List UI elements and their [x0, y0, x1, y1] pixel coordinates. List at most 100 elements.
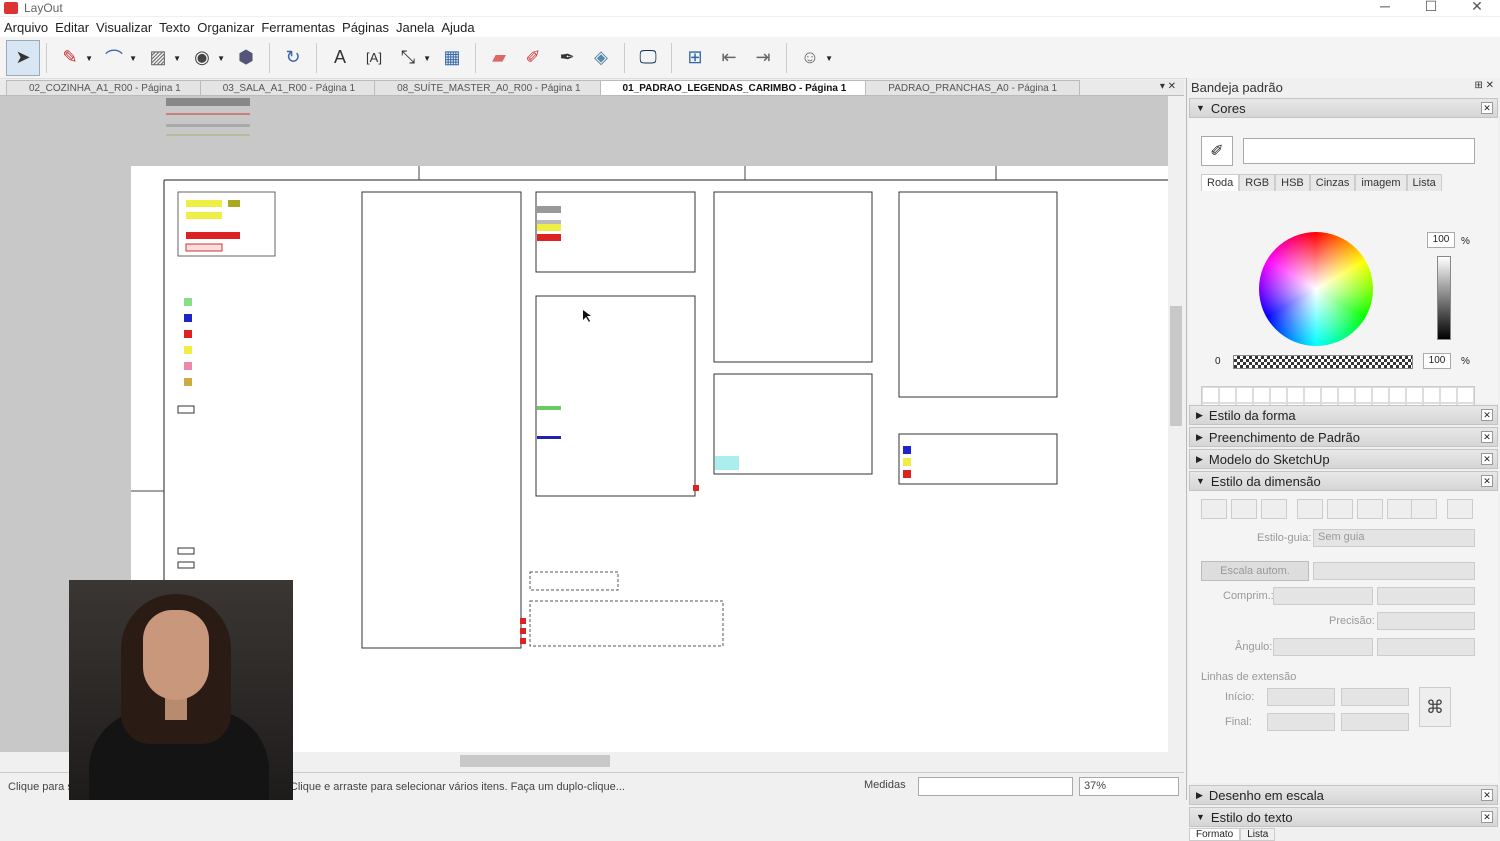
rectangle-tool-icon[interactable]: ▨ ▼	[141, 40, 181, 76]
close-icon[interactable]: ✕	[1481, 475, 1493, 487]
maximize-icon[interactable]: ☐	[1408, 0, 1454, 15]
guide-style-select[interactable]: Sem guia	[1313, 529, 1475, 547]
menu-visualizar[interactable]: Visualizar	[96, 20, 152, 35]
length-unit-select[interactable]	[1273, 587, 1373, 605]
close-icon[interactable]: ✕	[1481, 431, 1493, 443]
vertical-scrollbar[interactable]	[1168, 96, 1184, 752]
length-label: Comprim.:	[1223, 590, 1274, 602]
length-format-select[interactable]	[1377, 587, 1475, 605]
tab-formato[interactable]: Formato	[1189, 828, 1241, 841]
offset-tool-icon[interactable]: ↻	[276, 40, 310, 76]
section-label: Preenchimento de Padrão	[1208, 429, 1360, 445]
section-label: Estilo do texto	[1210, 809, 1293, 825]
tab-sala[interactable]: 03_SALA_A1_R00 - Página 1	[199, 80, 379, 95]
chevron-down-icon: ▼	[1196, 476, 1205, 486]
close-icon[interactable]: ✕	[1481, 453, 1493, 465]
start-select[interactable]	[1341, 688, 1409, 706]
eraser-tool-icon[interactable]: ▰	[482, 40, 516, 76]
menu-arquivo[interactable]: Arquivo	[4, 20, 48, 35]
precision-select[interactable]	[1377, 612, 1475, 630]
circle-tool-icon[interactable]: ◉ ▼	[185, 40, 225, 76]
dimension-text-position-icons[interactable]	[1201, 499, 1417, 519]
minimize-icon[interactable]: ─	[1362, 0, 1408, 15]
menu-janela[interactable]: Janela	[396, 20, 434, 35]
menu-ferramentas[interactable]: Ferramentas	[261, 20, 335, 35]
tab-padrao-pranchas[interactable]: PADRAO_PRANCHAS_A0 - Página 1	[865, 80, 1081, 95]
table-tool-icon[interactable]: ▦	[435, 40, 469, 76]
color-tab-roda[interactable]: Roda	[1201, 174, 1240, 191]
close-icon[interactable]: ✕	[1481, 811, 1493, 823]
eyedropper-icon[interactable]: ✐	[1201, 136, 1233, 166]
account-icon[interactable]: ☺ ▼	[793, 40, 833, 76]
arc-tool-icon[interactable]: ⌒ ▼	[97, 40, 137, 76]
dim-orientation-icon[interactable]	[1447, 499, 1473, 519]
section-estilo-dimensao[interactable]: ▼ Estilo da dimensão ✕	[1189, 471, 1498, 491]
label-tool-icon[interactable]: [A]	[357, 40, 391, 76]
zoom-select[interactable]: 37%	[1079, 777, 1179, 796]
menu-paginas[interactable]: Páginas	[342, 20, 389, 35]
start-input[interactable]	[1267, 688, 1335, 706]
opacity-slider[interactable]	[1233, 355, 1413, 369]
colors-panel: ✐ Roda RGB HSB Cinzas imagem Lista 100 %…	[1189, 118, 1498, 420]
section-desenho-escala[interactable]: ▶ Desenho em escala ✕	[1189, 785, 1498, 805]
tab-padrao-legendas[interactable]: 01_PADRAO_LEGENDAS_CARIMBO - Página 1	[599, 80, 870, 95]
tab-lista[interactable]: Lista	[1240, 828, 1276, 841]
pencil-tool-icon[interactable]: ✎ ▼	[53, 40, 93, 76]
angle-unit-select[interactable]	[1273, 638, 1373, 656]
text-tool-icon[interactable]: A	[323, 40, 357, 76]
color-tab-hsb[interactable]: HSB	[1275, 174, 1310, 191]
tab-cozinha[interactable]: 02_COZINHA_A1_R00 - Página 1	[6, 80, 204, 95]
tab-suite-master[interactable]: 08_SUÍTE_MASTER_A0_R00 - Página 1	[374, 80, 604, 95]
section-estilo-texto[interactable]: ▼ Estilo do texto ✕	[1189, 807, 1498, 827]
end-select[interactable]	[1341, 713, 1409, 731]
close-icon[interactable]: ✕	[1481, 102, 1493, 114]
brightness-input[interactable]: 100	[1427, 232, 1455, 248]
section-cores-label: Cores	[1210, 100, 1246, 116]
close-icon[interactable]: ✕	[1481, 409, 1493, 421]
section-preenchimento[interactable]: ▶ Preenchimento de Padrão ✕	[1189, 427, 1498, 447]
dimension-tool-icon[interactable]: ⤡ ▼	[391, 40, 431, 76]
color-tab-lista[interactable]: Lista	[1406, 174, 1442, 191]
extension-lines-label: Linhas de extensão	[1201, 671, 1297, 683]
tab-controls[interactable]: ▾ ✕	[1160, 81, 1176, 92]
menu-texto[interactable]: Texto	[159, 20, 190, 35]
measures-input[interactable]	[918, 777, 1073, 796]
main-toolbar: ➤ ✎ ▼ ⌒ ▼ ▨ ▼ ◉ ▼ ⬢ ↻ A [A] ⤡ ▼ ▦ ▰ ✐ ✒ ◈ 🖵 ⊞…	[0, 37, 1500, 79]
section-estilo-forma[interactable]: ▶ Estilo da forma ✕	[1189, 405, 1498, 425]
color-wheel[interactable]	[1259, 232, 1373, 346]
add-page-icon[interactable]: ⊞	[678, 40, 712, 76]
end-input[interactable]	[1267, 713, 1335, 731]
close-icon[interactable]: ✕	[1481, 789, 1493, 801]
menu-ajuda[interactable]: Ajuda	[441, 20, 474, 35]
close-icon[interactable]: ✕	[1454, 0, 1500, 15]
pin-icon[interactable]: ⊞ ✕	[1474, 80, 1494, 91]
polygon-tool-icon[interactable]: ⬢	[229, 40, 263, 76]
section-modelo-sketchup[interactable]: ▶ Modelo do SketchUp ✕	[1189, 449, 1498, 469]
split-tool-icon[interactable]: ◈	[584, 40, 618, 76]
style-brush-icon[interactable]: ✒	[550, 40, 584, 76]
opacity-input[interactable]: 100	[1423, 353, 1451, 369]
scale-select[interactable]	[1313, 562, 1475, 580]
presentation-icon[interactable]: 🖵	[631, 40, 665, 76]
chevron-right-icon: ▶	[1196, 431, 1203, 442]
next-page-icon[interactable]: ⇥	[746, 40, 780, 76]
eyedropper-tool-icon[interactable]: ✐	[516, 40, 550, 76]
previous-page-icon[interactable]: ⇤	[712, 40, 746, 76]
section-cores[interactable]: ▼ Cores ✕	[1189, 98, 1498, 118]
dimension-style-panel: Estilo-guia: Sem guia Escala autom. Comp…	[1189, 491, 1498, 783]
color-tab-imagem[interactable]: imagem	[1355, 174, 1407, 191]
color-tab-rgb[interactable]: RGB	[1239, 174, 1276, 191]
title-bar: LayOut ─ ☐ ✕	[0, 0, 1500, 16]
select-tool-icon[interactable]: ➤	[6, 39, 40, 76]
brightness-slider[interactable]	[1437, 256, 1451, 340]
layout-logo-icon	[4, 2, 18, 14]
measures-label: Medidas	[864, 779, 906, 791]
auto-scale-button[interactable]: Escala autom.	[1201, 561, 1309, 581]
menu-editar[interactable]: Editar	[55, 20, 89, 35]
link-icon[interactable]: ⌘	[1419, 687, 1451, 727]
chevron-right-icon: ▶	[1196, 789, 1203, 800]
angle-precision-select[interactable]	[1377, 638, 1475, 656]
color-tab-cinzas[interactable]: Cinzas	[1309, 174, 1356, 191]
menu-organizar[interactable]: Organizar	[197, 20, 254, 35]
dim-orientation-icon[interactable]	[1411, 499, 1437, 519]
